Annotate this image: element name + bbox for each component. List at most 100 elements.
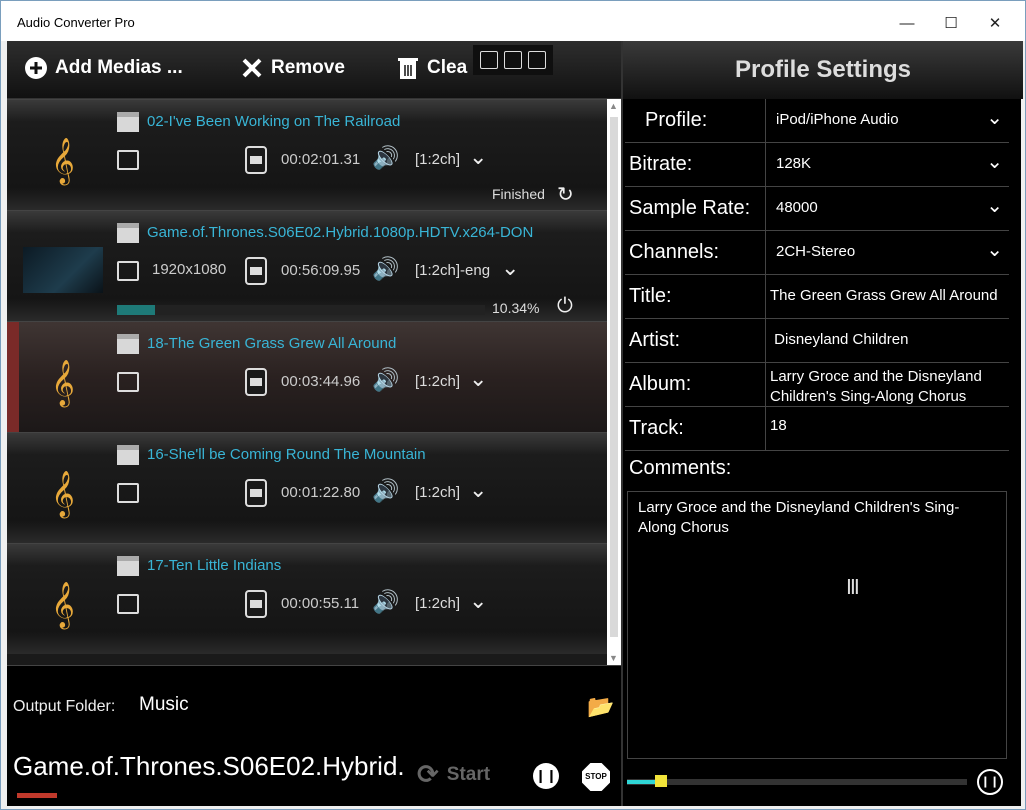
close-x-icon xyxy=(239,55,265,81)
edit-icon[interactable] xyxy=(480,51,498,69)
chevron-down-icon: ⌄ xyxy=(986,195,1003,217)
profile-label: Profile: xyxy=(645,109,708,131)
media-list: 𝄞 02-I've Been Working on The Railroad 0… xyxy=(7,99,607,665)
chevron-down-icon[interactable]: ⌄ xyxy=(469,366,487,392)
crop-icon[interactable] xyxy=(117,483,139,503)
remove-label: Remove xyxy=(271,57,345,78)
current-file: Game.of.Thrones.S06E02.Hybrid.1 xyxy=(13,751,403,781)
clear-button[interactable]: Clea xyxy=(395,55,467,81)
scroll-up-icon[interactable]: ▲ xyxy=(609,101,618,111)
music-note-icon: 𝄞 xyxy=(51,471,75,517)
clapperboard-icon xyxy=(117,112,139,132)
scroll-down-icon[interactable]: ▼ xyxy=(609,653,618,663)
album-field[interactable]: Larry Groce and the Disneyland Children'… xyxy=(765,363,1009,407)
media-panel: Add Medias ... Remove Clea 𝄞 02-I've Bee… xyxy=(7,41,621,806)
list-item-selected[interactable]: 𝄞 18-The Green Grass Grew All Around 00:… xyxy=(7,321,607,433)
power-icon[interactable]: ⏻ xyxy=(557,295,573,318)
artist-field[interactable]: Disneyland Children xyxy=(765,319,1009,363)
list-item[interactable]: Game.of.Thrones.S06E02.Hybrid.1080p.HDTV… xyxy=(7,210,607,321)
list-scrollbar[interactable]: ▲ ▼ xyxy=(607,99,621,665)
duration: 00:03:44.96 xyxy=(281,373,361,390)
app-body: Add Medias ... Remove Clea 𝄞 02-I've Bee… xyxy=(7,41,1023,806)
bitrate-label: Bitrate: xyxy=(629,153,693,175)
clapperboard-icon xyxy=(117,334,139,354)
file-name: 02-I've Been Working on The Railroad xyxy=(147,113,401,130)
maximize-button[interactable]: ☐ xyxy=(929,9,973,37)
output-folder-value[interactable]: Music xyxy=(139,694,189,716)
seek-slider[interactable] xyxy=(627,775,967,787)
progress-percent: 10.34% xyxy=(492,300,540,316)
sample-rate-select[interactable]: 48000 ⌄ xyxy=(765,187,1009,231)
bitrate-select[interactable]: 128K ⌄ xyxy=(765,143,1009,187)
stopwatch-icon xyxy=(245,590,267,618)
list-item[interactable]: 𝄞 02-I've Been Working on The Railroad 0… xyxy=(7,99,607,210)
folder-icon[interactable]: 📂 xyxy=(587,694,614,720)
close-button[interactable]: ✕ xyxy=(973,9,1017,37)
stop-button[interactable]: STOP xyxy=(582,763,610,791)
speaker-icon: 🔊 xyxy=(372,367,400,392)
duration: 00:01:22.80 xyxy=(281,484,361,501)
start-label: Start xyxy=(446,763,491,785)
duration: 00:00:55.11 xyxy=(281,595,360,612)
chevron-down-icon[interactable]: ⌄ xyxy=(469,588,487,614)
comments-field[interactable]: Larry Groce and the Disneyland Children'… xyxy=(627,491,1007,759)
file-name: 16-She'll be Coming Round The Mountain xyxy=(147,446,426,463)
profile-select[interactable]: iPod/iPhone Audio ⌄ xyxy=(765,99,1009,143)
speaker-icon: 🔊 xyxy=(372,478,400,503)
audio-channels: [1:2ch] xyxy=(415,595,461,612)
start-button[interactable]: ⟳ Start xyxy=(417,759,490,790)
app-window: Audio Converter Pro — ☐ ✕ Add Medias ...… xyxy=(0,0,1026,810)
crop-icon[interactable] xyxy=(117,594,139,614)
comments-text: Larry Groce and the Disneyland Children'… xyxy=(638,499,960,536)
speaker-icon: 🔊 xyxy=(372,589,400,614)
trash-icon xyxy=(395,55,421,81)
profile-value: iPod/iPhone Audio xyxy=(776,111,899,128)
fullscreen-icon[interactable] xyxy=(528,51,546,69)
selection-marker xyxy=(7,322,19,433)
crop-icon[interactable] xyxy=(117,372,139,392)
channels-value: 2CH-Stereo xyxy=(776,243,856,260)
profile-header: Profile Settings xyxy=(623,41,1023,99)
remove-button[interactable]: Remove xyxy=(239,55,345,81)
audio-channels: [1:2ch] xyxy=(415,373,461,390)
add-medias-button[interactable]: Add Medias ... xyxy=(23,55,183,81)
channels-label: Channels: xyxy=(629,241,720,263)
comments-label: Comments: xyxy=(629,457,732,479)
progress-bar xyxy=(117,305,485,315)
floating-tools xyxy=(473,45,553,75)
crop-icon[interactable] xyxy=(117,150,139,170)
pause-icon[interactable]: ❙❙ xyxy=(977,769,1003,795)
artist-row: Artist: Disneyland Children xyxy=(625,319,1009,363)
file-name: 17-Ten Little Indians xyxy=(147,557,282,574)
file-name: 18-The Green Grass Grew All Around xyxy=(147,335,397,352)
scroll-thumb[interactable] xyxy=(610,117,618,637)
stopwatch-icon xyxy=(245,479,267,507)
resolution: 1920x1080 xyxy=(152,261,227,278)
music-note-icon: 𝄞 xyxy=(51,138,75,184)
list-item[interactable]: 𝄞 16-She'll be Coming Round The Mountain… xyxy=(7,432,607,543)
channels-select[interactable]: 2CH-Stereo ⌄ xyxy=(765,231,1009,275)
track-field[interactable]: 18 xyxy=(765,407,1009,451)
duration: 00:56:09.95 xyxy=(281,262,361,279)
clapperboard-icon xyxy=(117,556,139,576)
sample-rate-label: Sample Rate: xyxy=(629,197,751,219)
album-row: Album: Larry Groce and the Disneyland Ch… xyxy=(625,363,1009,407)
refresh-icon[interactable]: ↻ xyxy=(557,182,574,207)
clapperboard-icon xyxy=(117,445,139,465)
toolbar: Add Medias ... Remove Clea xyxy=(7,41,621,99)
track-row: Track: 18 xyxy=(625,407,1009,451)
chevron-down-icon[interactable]: ⌄ xyxy=(501,255,519,281)
stopwatch-icon xyxy=(245,368,267,396)
minimize-button[interactable]: — xyxy=(885,9,929,37)
chevron-down-icon[interactable]: ⌄ xyxy=(469,477,487,503)
select-icon[interactable] xyxy=(504,51,522,69)
title-bar: Audio Converter Pro — ☐ ✕ xyxy=(1,1,1025,41)
title-field[interactable]: The Green Grass Grew All Around xyxy=(765,275,1009,319)
chevron-down-icon[interactable]: ⌄ xyxy=(469,144,487,170)
list-item[interactable]: 𝄞 17-Ten Little Indians 00:00:55.11 🔊 [1… xyxy=(7,543,607,654)
crop-icon[interactable] xyxy=(117,261,139,281)
pause-icon[interactable]: ❙❙ xyxy=(533,763,559,789)
music-note-icon: 𝄞 xyxy=(51,360,75,406)
seek-knob[interactable] xyxy=(655,775,667,787)
output-folder-label: Output Folder: xyxy=(13,698,116,715)
